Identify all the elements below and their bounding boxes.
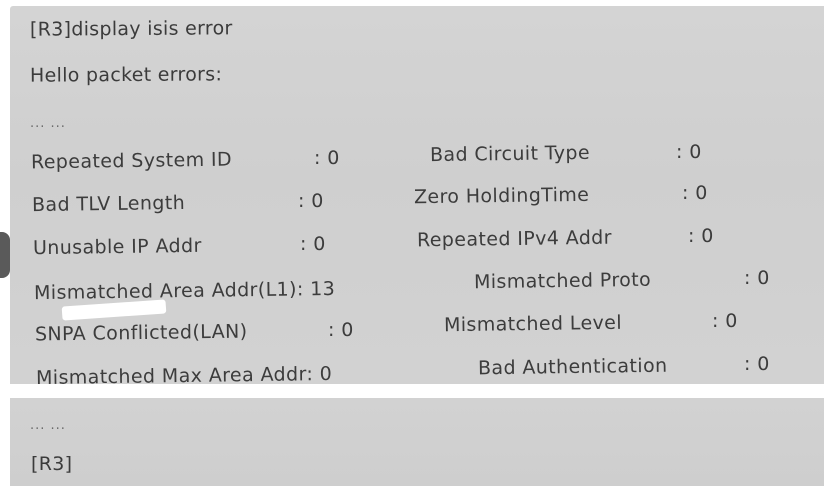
counter-value: : 0 bbox=[688, 225, 714, 247]
terminal-prompt-panel: ... ... [R3] bbox=[10, 398, 824, 486]
side-tab bbox=[0, 232, 10, 278]
counter-label: Repeated IPv4 Addr bbox=[416, 226, 613, 252]
counter-label: Mismatched Level bbox=[443, 311, 623, 337]
section-title: Hello packet errors: bbox=[29, 63, 223, 87]
counter-label: Zero HoldingTime bbox=[413, 183, 590, 209]
counter-label: Unusable IP Addr bbox=[32, 234, 202, 260]
counter-label: Bad Authentication bbox=[477, 354, 668, 380]
counter-value: : 0 bbox=[314, 147, 340, 169]
counter-value: : 0 bbox=[744, 267, 770, 289]
ellipsis-top: ... ... bbox=[30, 116, 66, 131]
counter-label: Mismatched Area Addr(L1): 13 bbox=[33, 277, 336, 305]
counter-label: Bad Circuit Type bbox=[429, 141, 591, 167]
terminal-output-panel: [R3]display isis error Hello packet erro… bbox=[10, 6, 824, 384]
counter-value: : 0 bbox=[682, 182, 708, 204]
terminal-photo: [R3]display isis error Hello packet erro… bbox=[0, 0, 828, 490]
counter-value: : 0 bbox=[328, 319, 354, 341]
counter-label: Mismatched Max Area Addr: 0 bbox=[35, 362, 333, 384]
counter-value: : 0 bbox=[712, 310, 738, 332]
counter-label: SNPA Conflicted(LAN) bbox=[34, 320, 248, 346]
counter-value: : 0 bbox=[676, 141, 702, 163]
counter-value: : 0 bbox=[298, 190, 324, 212]
prompt-line: [R3] bbox=[31, 453, 73, 475]
counter-value: : 0 bbox=[744, 353, 770, 375]
ellipsis-bottom: ... ... bbox=[30, 418, 66, 433]
command-line: [R3]display isis error bbox=[29, 17, 233, 41]
counter-label: Mismatched Proto bbox=[473, 268, 652, 294]
counter-label: Bad TLV Length bbox=[31, 191, 186, 217]
counter-label: Repeated System ID bbox=[30, 148, 233, 174]
counter-value: : 0 bbox=[300, 233, 326, 255]
